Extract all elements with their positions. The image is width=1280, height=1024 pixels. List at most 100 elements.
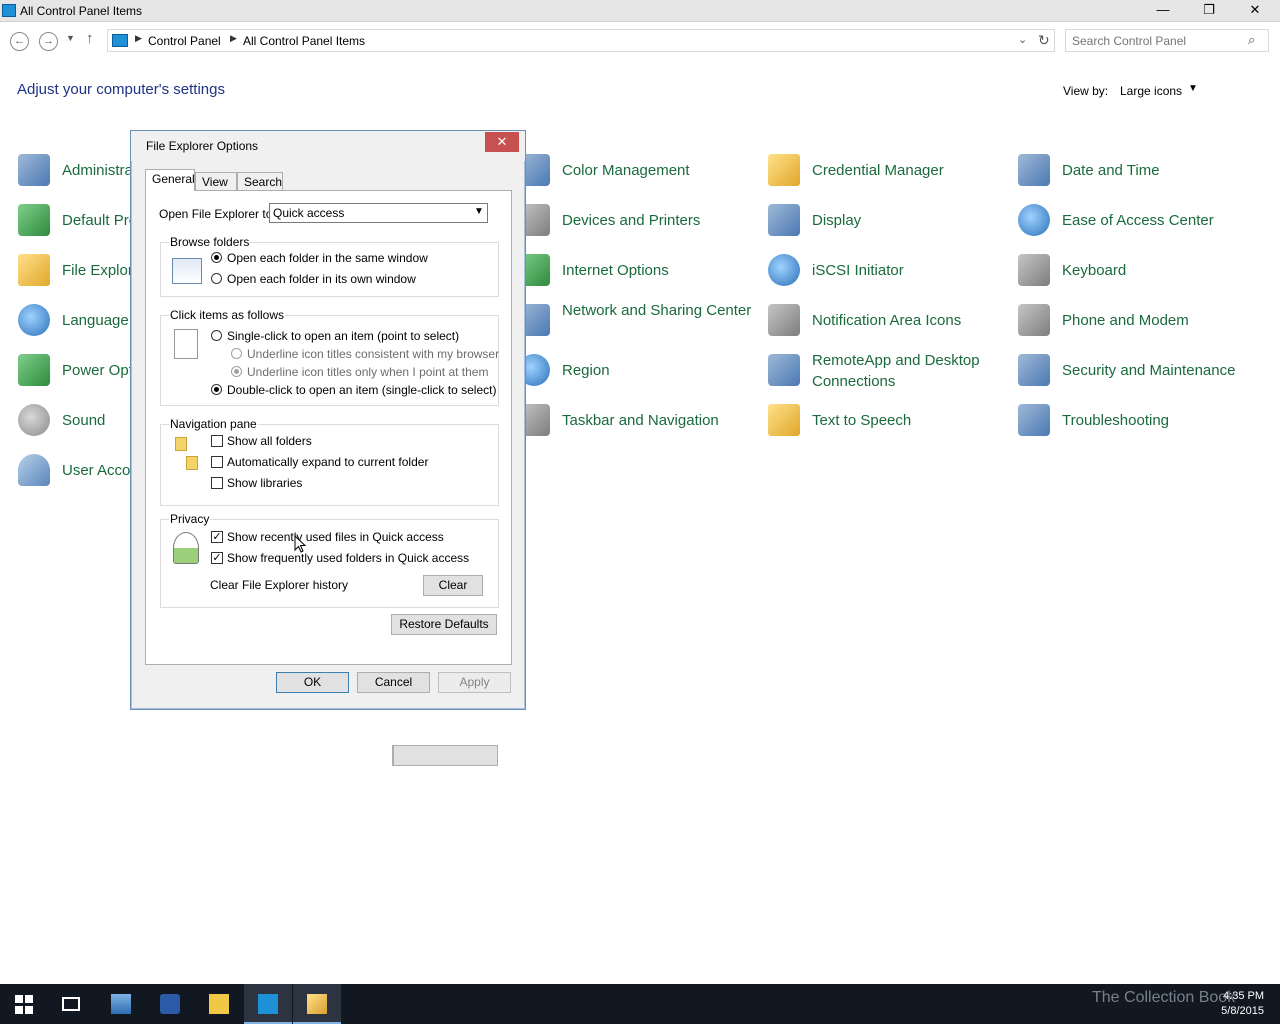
- dialog-title: File Explorer Options: [146, 139, 259, 153]
- cp-item-security-maintenance[interactable]: Security and Maintenance: [1018, 350, 1258, 390]
- open-to-label: Open File Explorer to:: [159, 207, 276, 221]
- close-button[interactable]: ✕: [1232, 0, 1278, 21]
- breadcrumb-separator-icon[interactable]: ▶: [135, 33, 142, 44]
- recent-files-label[interactable]: Show recently used files in Quick access: [227, 530, 444, 544]
- restore-button[interactable]: ❐: [1186, 0, 1232, 21]
- taskbar-powershell[interactable]: [146, 984, 194, 1024]
- clock-image-icon: [173, 532, 199, 564]
- address-chevron-down-icon[interactable]: ⌄: [1018, 33, 1027, 46]
- underline-point-label[interactable]: Underline icon titles only when I point …: [247, 365, 488, 379]
- restore-defaults-button[interactable]: Restore Defaults: [391, 614, 497, 635]
- cancel-button[interactable]: Cancel: [357, 672, 430, 693]
- ease-of-access-icon: [1018, 204, 1050, 236]
- click-items-group: Click items as follows Single-click to o…: [160, 308, 499, 406]
- task-view-button[interactable]: [48, 984, 96, 1024]
- same-window-label[interactable]: Open each folder in the same window: [227, 251, 428, 265]
- auto-expand-checkbox[interactable]: [211, 456, 223, 468]
- single-click-radio[interactable]: [211, 330, 222, 341]
- cp-item-notification-area-icons[interactable]: Notification Area Icons: [768, 300, 1008, 340]
- view-by: View by: Large icons ▼: [1063, 83, 1198, 98]
- notification-area-icon: [768, 304, 800, 336]
- search-icon[interactable]: ⌕: [1248, 32, 1255, 48]
- cp-item-display[interactable]: Display: [768, 200, 1008, 240]
- search-box[interactable]: ⌕: [1065, 29, 1269, 52]
- windows-logo-icon: [15, 995, 35, 1015]
- cp-item-phone-modem[interactable]: Phone and Modem: [1018, 300, 1258, 340]
- taskbar-server-manager[interactable]: [97, 984, 145, 1024]
- double-click-label[interactable]: Double-click to open an item (single-cli…: [227, 383, 496, 397]
- refresh-icon[interactable]: ↻: [1038, 32, 1050, 49]
- cp-item-devices-printers[interactable]: Devices and Printers: [518, 200, 758, 240]
- recent-locations-chevron-down-icon[interactable]: ▼: [66, 33, 75, 43]
- cp-item-text-to-speech[interactable]: Text to Speech: [768, 400, 1008, 440]
- cp-item-date-time[interactable]: Date and Time: [1018, 150, 1258, 190]
- tab-general[interactable]: General: [145, 169, 195, 191]
- dialog-close-button[interactable]: ✕: [485, 132, 519, 152]
- single-click-label[interactable]: Single-click to open an item (point to s…: [227, 329, 459, 343]
- iscsi-initiator-icon: [768, 254, 800, 286]
- restore-defaults-button-hidden: [392, 745, 498, 766]
- forward-button[interactable]: →: [39, 32, 58, 51]
- show-all-folders-label[interactable]: Show all folders: [227, 434, 312, 448]
- sound-icon: [18, 404, 50, 436]
- view-by-chevron-down-icon[interactable]: ▼: [1188, 83, 1198, 94]
- system-clock[interactable]: 4:35 PM 5/8/2015: [1210, 989, 1264, 1019]
- task-view-icon: [62, 997, 80, 1011]
- frequent-folders-label[interactable]: Show frequently used folders in Quick ac…: [227, 551, 469, 565]
- file-explorer-options-dialog: File Explorer Options ✕ General View Sea…: [130, 130, 526, 766]
- cp-item-remoteapp[interactable]: RemoteApp and Desktop Connections: [768, 350, 1008, 390]
- view-by-dropdown[interactable]: Large icons: [1120, 84, 1182, 98]
- cp-item-color-management[interactable]: Color Management: [518, 150, 758, 190]
- same-window-radio[interactable]: [211, 252, 222, 263]
- underline-browser-label[interactable]: Underline icon titles consistent with my…: [247, 347, 499, 361]
- taskbar-control-panel[interactable]: [244, 984, 292, 1024]
- file-explorer-icon: [209, 994, 229, 1014]
- open-to-dropdown[interactable]: Quick access ▼: [269, 203, 488, 223]
- window-titlebar: All Control Panel Items — ❐ ✕: [0, 0, 1280, 22]
- cp-item-credential-manager[interactable]: Credential Manager: [768, 150, 1008, 190]
- cp-item-region[interactable]: Region: [518, 350, 758, 390]
- cp-item-troubleshooting[interactable]: Troubleshooting: [1018, 400, 1258, 440]
- taskbar-file-explorer[interactable]: [195, 984, 243, 1024]
- show-all-folders-checkbox[interactable]: [211, 435, 223, 447]
- click-items-title: Click items as follows: [169, 308, 286, 322]
- tab-search[interactable]: Search: [237, 172, 283, 191]
- clock-date: 5/8/2015: [1221, 1005, 1264, 1017]
- folder-icon: [186, 456, 198, 470]
- cp-item-ease-of-access[interactable]: Ease of Access Center: [1018, 200, 1258, 240]
- auto-expand-label[interactable]: Automatically expand to current folder: [227, 455, 428, 469]
- cp-item-network-sharing[interactable]: Network and Sharing Center: [518, 300, 758, 340]
- taskbar-file-explorer-options[interactable]: [293, 984, 341, 1024]
- underline-point-radio[interactable]: [231, 366, 242, 377]
- display-icon: [768, 204, 800, 236]
- privacy-title: Privacy: [169, 512, 211, 526]
- back-button[interactable]: ←: [10, 32, 29, 51]
- dialog-titlebar[interactable]: File Explorer Options ✕: [131, 131, 525, 161]
- start-button[interactable]: [0, 984, 48, 1024]
- breadcrumb-control-panel[interactable]: Control Panel: [148, 34, 221, 48]
- own-window-radio[interactable]: [211, 273, 222, 284]
- apply-button[interactable]: Apply: [438, 672, 511, 693]
- phone-modem-icon: [1018, 304, 1050, 336]
- cp-item-internet-options[interactable]: Internet Options: [518, 250, 758, 290]
- address-bar[interactable]: ▶ Control Panel ▶ All Control Panel Item…: [107, 29, 1055, 52]
- recent-files-checkbox[interactable]: ✓: [211, 531, 223, 543]
- cp-item-iscsi-initiator[interactable]: iSCSI Initiator: [768, 250, 1008, 290]
- double-click-radio[interactable]: [211, 384, 222, 395]
- up-arrow-icon[interactable]: ↑: [86, 30, 94, 47]
- cp-item-taskbar-navigation[interactable]: Taskbar and Navigation: [518, 400, 758, 440]
- tab-view[interactable]: View: [195, 172, 237, 191]
- show-libraries-checkbox[interactable]: [211, 477, 223, 489]
- clear-button[interactable]: Clear: [423, 575, 483, 596]
- credential-manager-icon: [768, 154, 800, 186]
- underline-browser-radio[interactable]: [231, 348, 242, 359]
- frequent-folders-checkbox[interactable]: ✓: [211, 552, 223, 564]
- breadcrumb-all-items[interactable]: All Control Panel Items: [243, 34, 365, 48]
- search-input[interactable]: [1072, 33, 1242, 48]
- minimize-button[interactable]: —: [1140, 0, 1186, 21]
- own-window-label[interactable]: Open each folder in its own window: [227, 272, 416, 286]
- cp-item-keyboard[interactable]: Keyboard: [1018, 250, 1258, 290]
- show-libraries-label[interactable]: Show libraries: [227, 476, 302, 490]
- ok-button[interactable]: OK: [276, 672, 349, 693]
- breadcrumb-separator-icon[interactable]: ▶: [230, 33, 237, 44]
